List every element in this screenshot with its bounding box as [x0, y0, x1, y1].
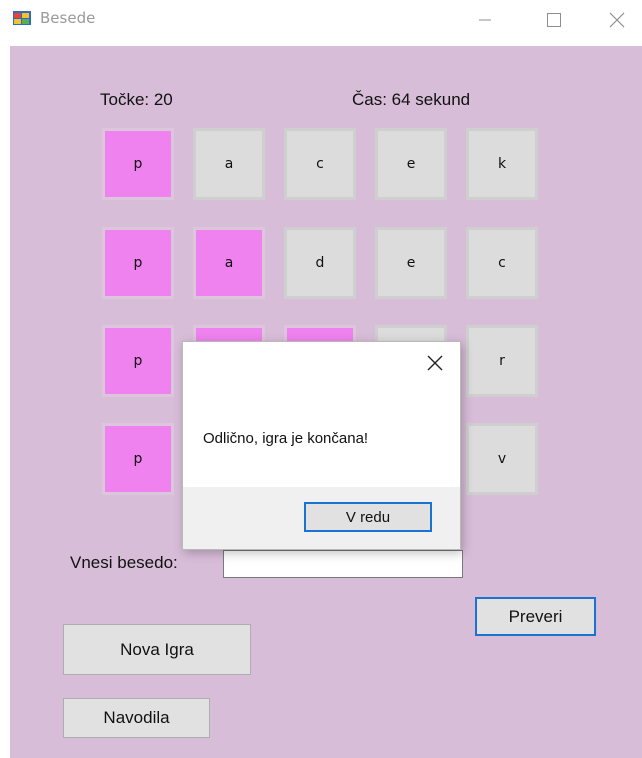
minimize-button[interactable] — [462, 0, 508, 40]
letter-tile[interactable]: p — [102, 128, 174, 200]
dialog-message: Odlično, igra je končana! — [203, 430, 369, 447]
letter-tile[interactable]: p — [102, 423, 174, 495]
letter-tile[interactable]: r — [466, 325, 538, 397]
app-icon — [13, 11, 31, 25]
letter-tile[interactable]: c — [466, 227, 538, 299]
close-icon[interactable] — [424, 352, 446, 374]
letter-tile[interactable]: c — [284, 128, 356, 200]
instructions-button[interactable]: Navodila — [63, 698, 210, 738]
new-game-button[interactable]: Nova Igra — [63, 624, 251, 675]
letter-tile[interactable]: a — [193, 128, 265, 200]
letter-tile[interactable]: k — [466, 128, 538, 200]
close-window-button[interactable] — [594, 0, 640, 40]
letter-tile[interactable]: a — [193, 227, 265, 299]
word-input[interactable] — [223, 550, 463, 578]
check-button[interactable]: Preveri — [475, 597, 596, 636]
score-label: Točke: 20 — [100, 90, 173, 109]
maximize-icon — [547, 13, 561, 27]
minimize-icon — [479, 19, 491, 21]
letter-tile[interactable]: e — [375, 227, 447, 299]
letter-tile[interactable]: p — [102, 325, 174, 397]
letter-tile[interactable]: v — [466, 423, 538, 495]
message-dialog: Odlično, igra je končana! V redu — [182, 341, 461, 550]
time-label: Čas: 64 sekund — [352, 90, 471, 109]
title-bar: Besede — [0, 0, 642, 46]
maximize-button[interactable] — [531, 0, 577, 40]
letter-tile[interactable]: p — [102, 227, 174, 299]
window-title: Besede — [40, 9, 96, 27]
ok-button[interactable]: V redu — [304, 502, 432, 532]
letter-tile[interactable]: d — [284, 227, 356, 299]
letter-tile[interactable]: e — [375, 128, 447, 200]
dialog-footer: V redu — [183, 487, 460, 549]
close-icon — [609, 12, 625, 28]
word-input-label: Vnesi besedo: — [70, 553, 178, 572]
